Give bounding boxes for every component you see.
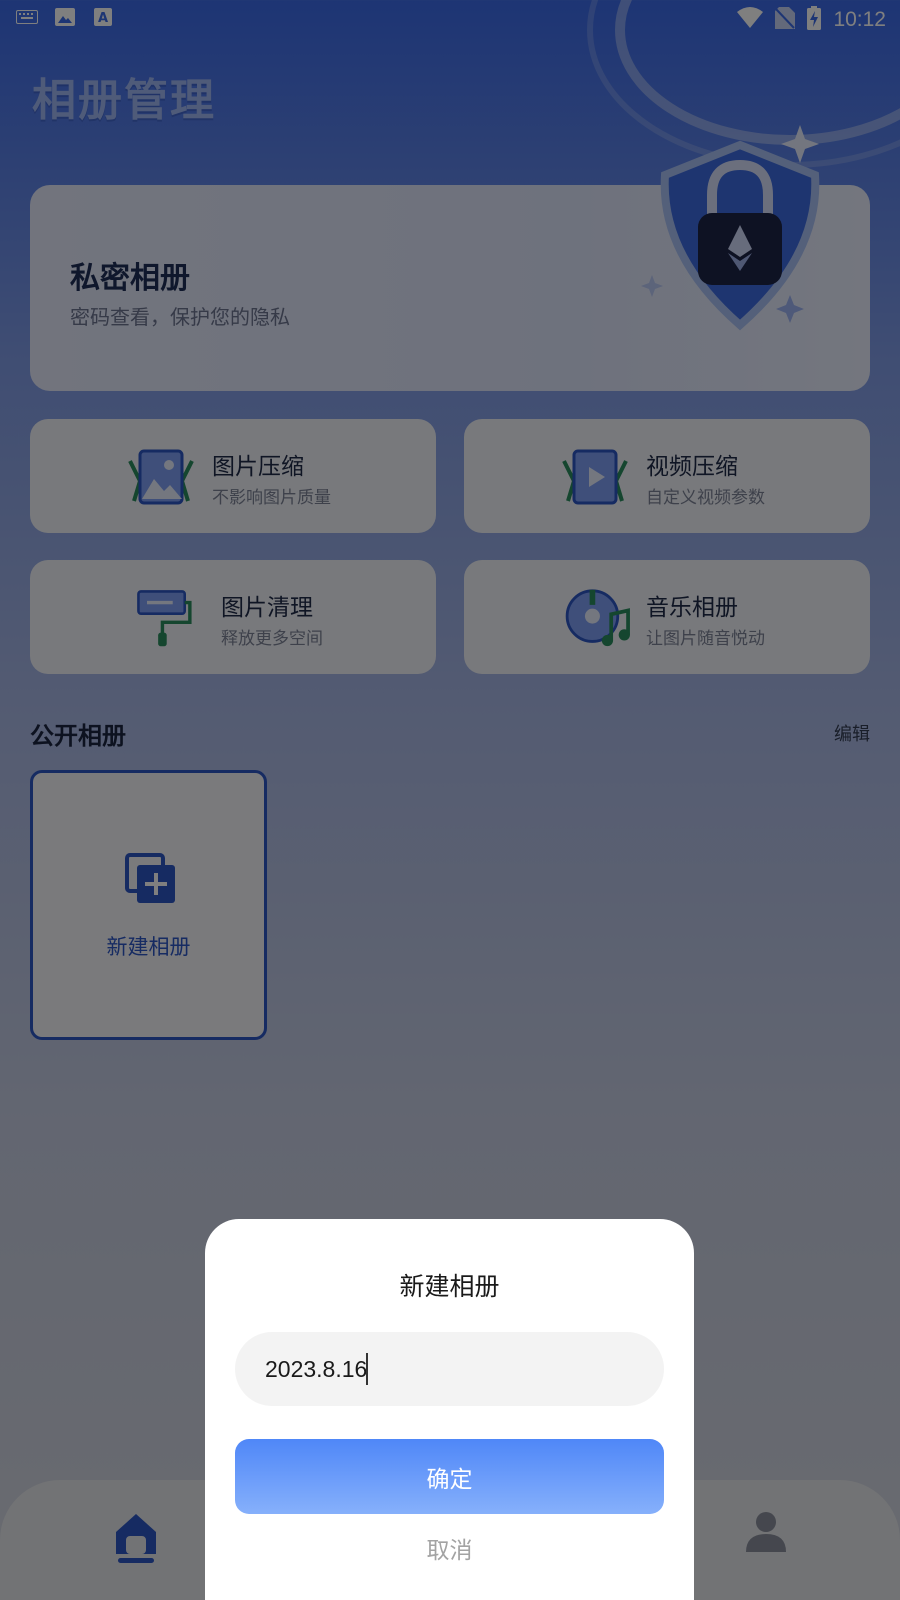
new-album-dialog: 新建相册 确定 取消 (205, 1219, 694, 1600)
app-screen: A 10:12 相册管理 私密相册 密码查看，保护您的隐私 (0, 0, 900, 1600)
dialog-title: 新建相册 (399, 1272, 500, 1301)
album-name-input[interactable] (235, 1332, 664, 1406)
confirm-button[interactable]: 确定 (235, 1439, 664, 1514)
text-caret (366, 1353, 368, 1385)
cancel-button[interactable]: 取消 (205, 1531, 694, 1565)
